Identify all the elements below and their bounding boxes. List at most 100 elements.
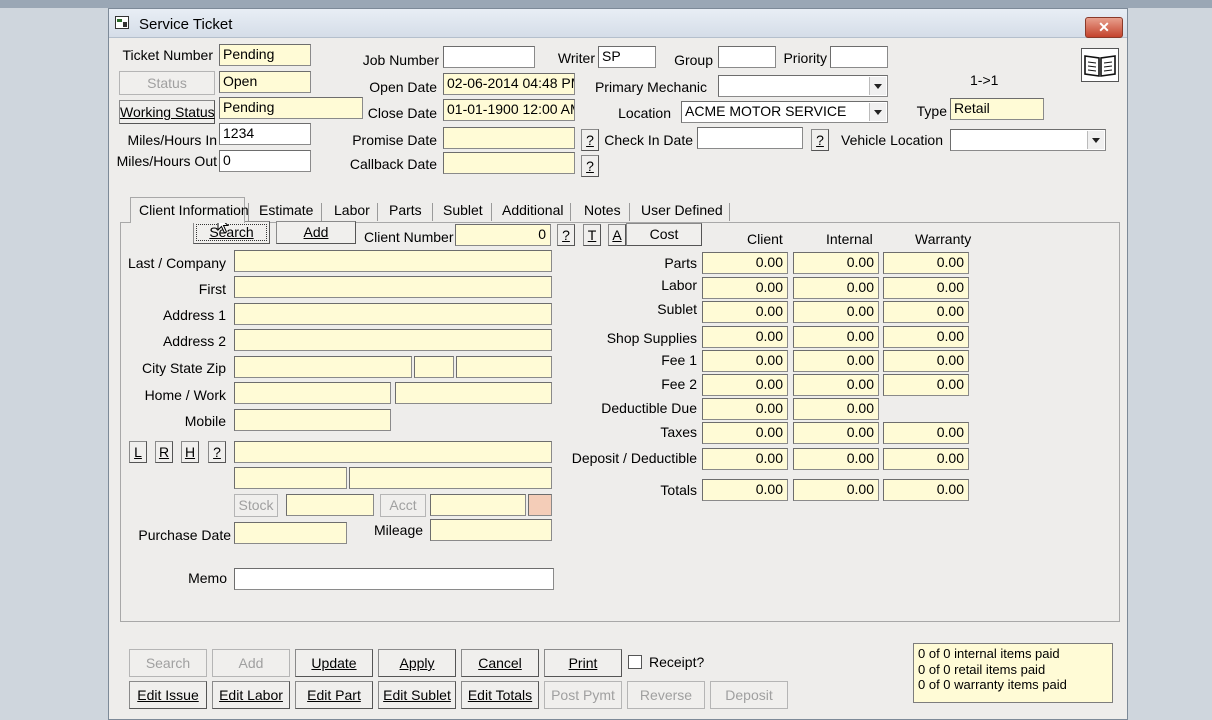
cost-internal-field[interactable]: 0.00 [793,301,879,323]
cost-client-field[interactable]: 0.00 [702,479,788,501]
cost-client-field[interactable]: 0.00 [702,422,788,444]
acct-field[interactable] [430,494,526,516]
cost-internal-field[interactable]: 0.00 [793,277,879,299]
cost-internal-field[interactable]: 0.00 [793,398,879,420]
address2-field[interactable] [234,329,552,351]
cost-warranty-field[interactable]: 0.00 [883,301,969,323]
post-payment-button[interactable]: Post Pymt [544,681,622,709]
receipt-checkbox[interactable] [628,655,642,669]
l-button[interactable]: L [129,441,147,463]
cost-warranty-field[interactable]: 0.00 [883,277,969,299]
writer-field[interactable]: SP [598,46,656,68]
cost-warranty-field[interactable]: 0.00 [883,448,969,470]
cost-warranty-field[interactable]: 0.00 [883,479,969,501]
tab-client-information[interactable]: Client Information [139,199,249,221]
open-date-field[interactable]: 02-06-2014 04:48 PM [443,73,575,95]
vehicle-sub-field-2[interactable] [349,467,552,489]
vehicle-help-button[interactable]: ? [208,441,226,463]
promise-date-field[interactable] [443,127,575,149]
client-a-button[interactable]: A [608,224,626,246]
edit-issue-button[interactable]: Edit Issue [129,681,207,709]
vehicle-sub-field-1[interactable] [234,467,347,489]
chevron-down-icon[interactable] [1087,131,1104,149]
search-button[interactable]: Search [129,649,207,677]
type-field[interactable]: Retail [950,98,1044,120]
home-phone-field[interactable] [234,382,391,404]
primary-mechanic-select[interactable] [718,75,888,97]
tab-estimate[interactable]: Estimate [259,199,313,221]
tab-sublet[interactable]: Sublet [443,199,483,221]
cost-warranty-field[interactable]: 0.00 [883,374,969,396]
ticket-number-field[interactable]: Pending [219,44,311,66]
cost-client-field[interactable]: 0.00 [702,326,788,348]
location-select[interactable]: ACME MOTOR SERVICE [681,101,888,123]
client-help-button[interactable]: ? [557,224,575,246]
cost-internal-field[interactable]: 0.00 [793,479,879,501]
miles-out-field[interactable]: 0 [219,150,311,172]
cost-client-field[interactable]: 0.00 [702,252,788,274]
h-button[interactable]: H [181,441,199,463]
cost-internal-field[interactable]: 0.00 [793,350,879,372]
work-phone-field[interactable] [395,382,552,404]
cost-internal-field[interactable]: 0.00 [793,326,879,348]
tab-notes[interactable]: Notes [584,199,621,221]
acct-button[interactable]: Acct [380,494,426,517]
deposit-button[interactable]: Deposit [710,681,788,709]
stock-field[interactable] [286,494,374,516]
mileage-field[interactable] [430,519,552,541]
callback-date-help-button[interactable]: ? [581,155,599,177]
vehicle-field[interactable] [234,441,552,463]
cost-client-field[interactable]: 0.00 [702,448,788,470]
cancel-button[interactable]: Cancel [461,649,539,677]
stock-button[interactable]: Stock [234,494,278,517]
tab-labor[interactable]: Labor [334,199,370,221]
cost-client-field[interactable]: 0.00 [702,374,788,396]
check-in-date-field[interactable] [697,127,803,149]
print-button[interactable]: Print [544,649,622,677]
cost-internal-field[interactable]: 0.00 [793,422,879,444]
working-status-button[interactable]: Working Status [119,100,215,124]
last-company-field[interactable] [234,250,552,272]
close-button[interactable]: ✕ [1085,17,1123,38]
memo-field[interactable] [234,568,554,590]
cost-client-field[interactable]: 0.00 [702,350,788,372]
purchase-date-field[interactable] [234,522,347,544]
cost-internal-field[interactable]: 0.00 [793,448,879,470]
cost-client-field[interactable]: 0.00 [702,398,788,420]
zip-field[interactable] [456,356,552,378]
cost-warranty-field[interactable]: 0.00 [883,422,969,444]
edit-labor-button[interactable]: Edit Labor [212,681,290,709]
client-t-button[interactable]: T [583,224,601,246]
client-number-field[interactable]: 0 [455,224,551,246]
cost-internal-field[interactable]: 0.00 [793,252,879,274]
mobile-field[interactable] [234,409,391,431]
close-date-field[interactable]: 01-01-1900 12:00 AM [443,99,575,121]
cost-button[interactable]: Cost [626,223,702,246]
tab-parts[interactable]: Parts [389,199,422,221]
reverse-button[interactable]: Reverse [627,681,705,709]
book-icon[interactable] [1081,48,1119,82]
cost-internal-field[interactable]: 0.00 [793,374,879,396]
cost-client-field[interactable]: 0.00 [702,301,788,323]
edit-totals-button[interactable]: Edit Totals [461,681,539,709]
city-field[interactable] [234,356,412,378]
client-add-button[interactable]: Add [276,221,356,244]
cost-warranty-field[interactable]: 0.00 [883,252,969,274]
add-button[interactable]: Add [212,649,290,677]
group-field[interactable] [718,46,776,68]
callback-date-field[interactable] [443,152,575,174]
tab-user-defined[interactable]: User Defined [641,199,723,221]
tab-additional[interactable]: Additional [502,199,564,221]
state-field[interactable] [414,356,454,378]
address1-field[interactable] [234,303,552,325]
r-button[interactable]: R [155,441,173,463]
client-search-button[interactable]: Search [193,221,270,244]
update-button[interactable]: Update [295,649,373,677]
status-button[interactable]: Status [119,71,215,95]
status-field[interactable]: Open [219,71,311,93]
job-number-field[interactable] [443,46,535,68]
priority-field[interactable] [830,46,888,68]
cost-warranty-field[interactable]: 0.00 [883,326,969,348]
apply-button[interactable]: Apply [378,649,456,677]
check-in-date-help-button[interactable]: ? [811,129,829,151]
